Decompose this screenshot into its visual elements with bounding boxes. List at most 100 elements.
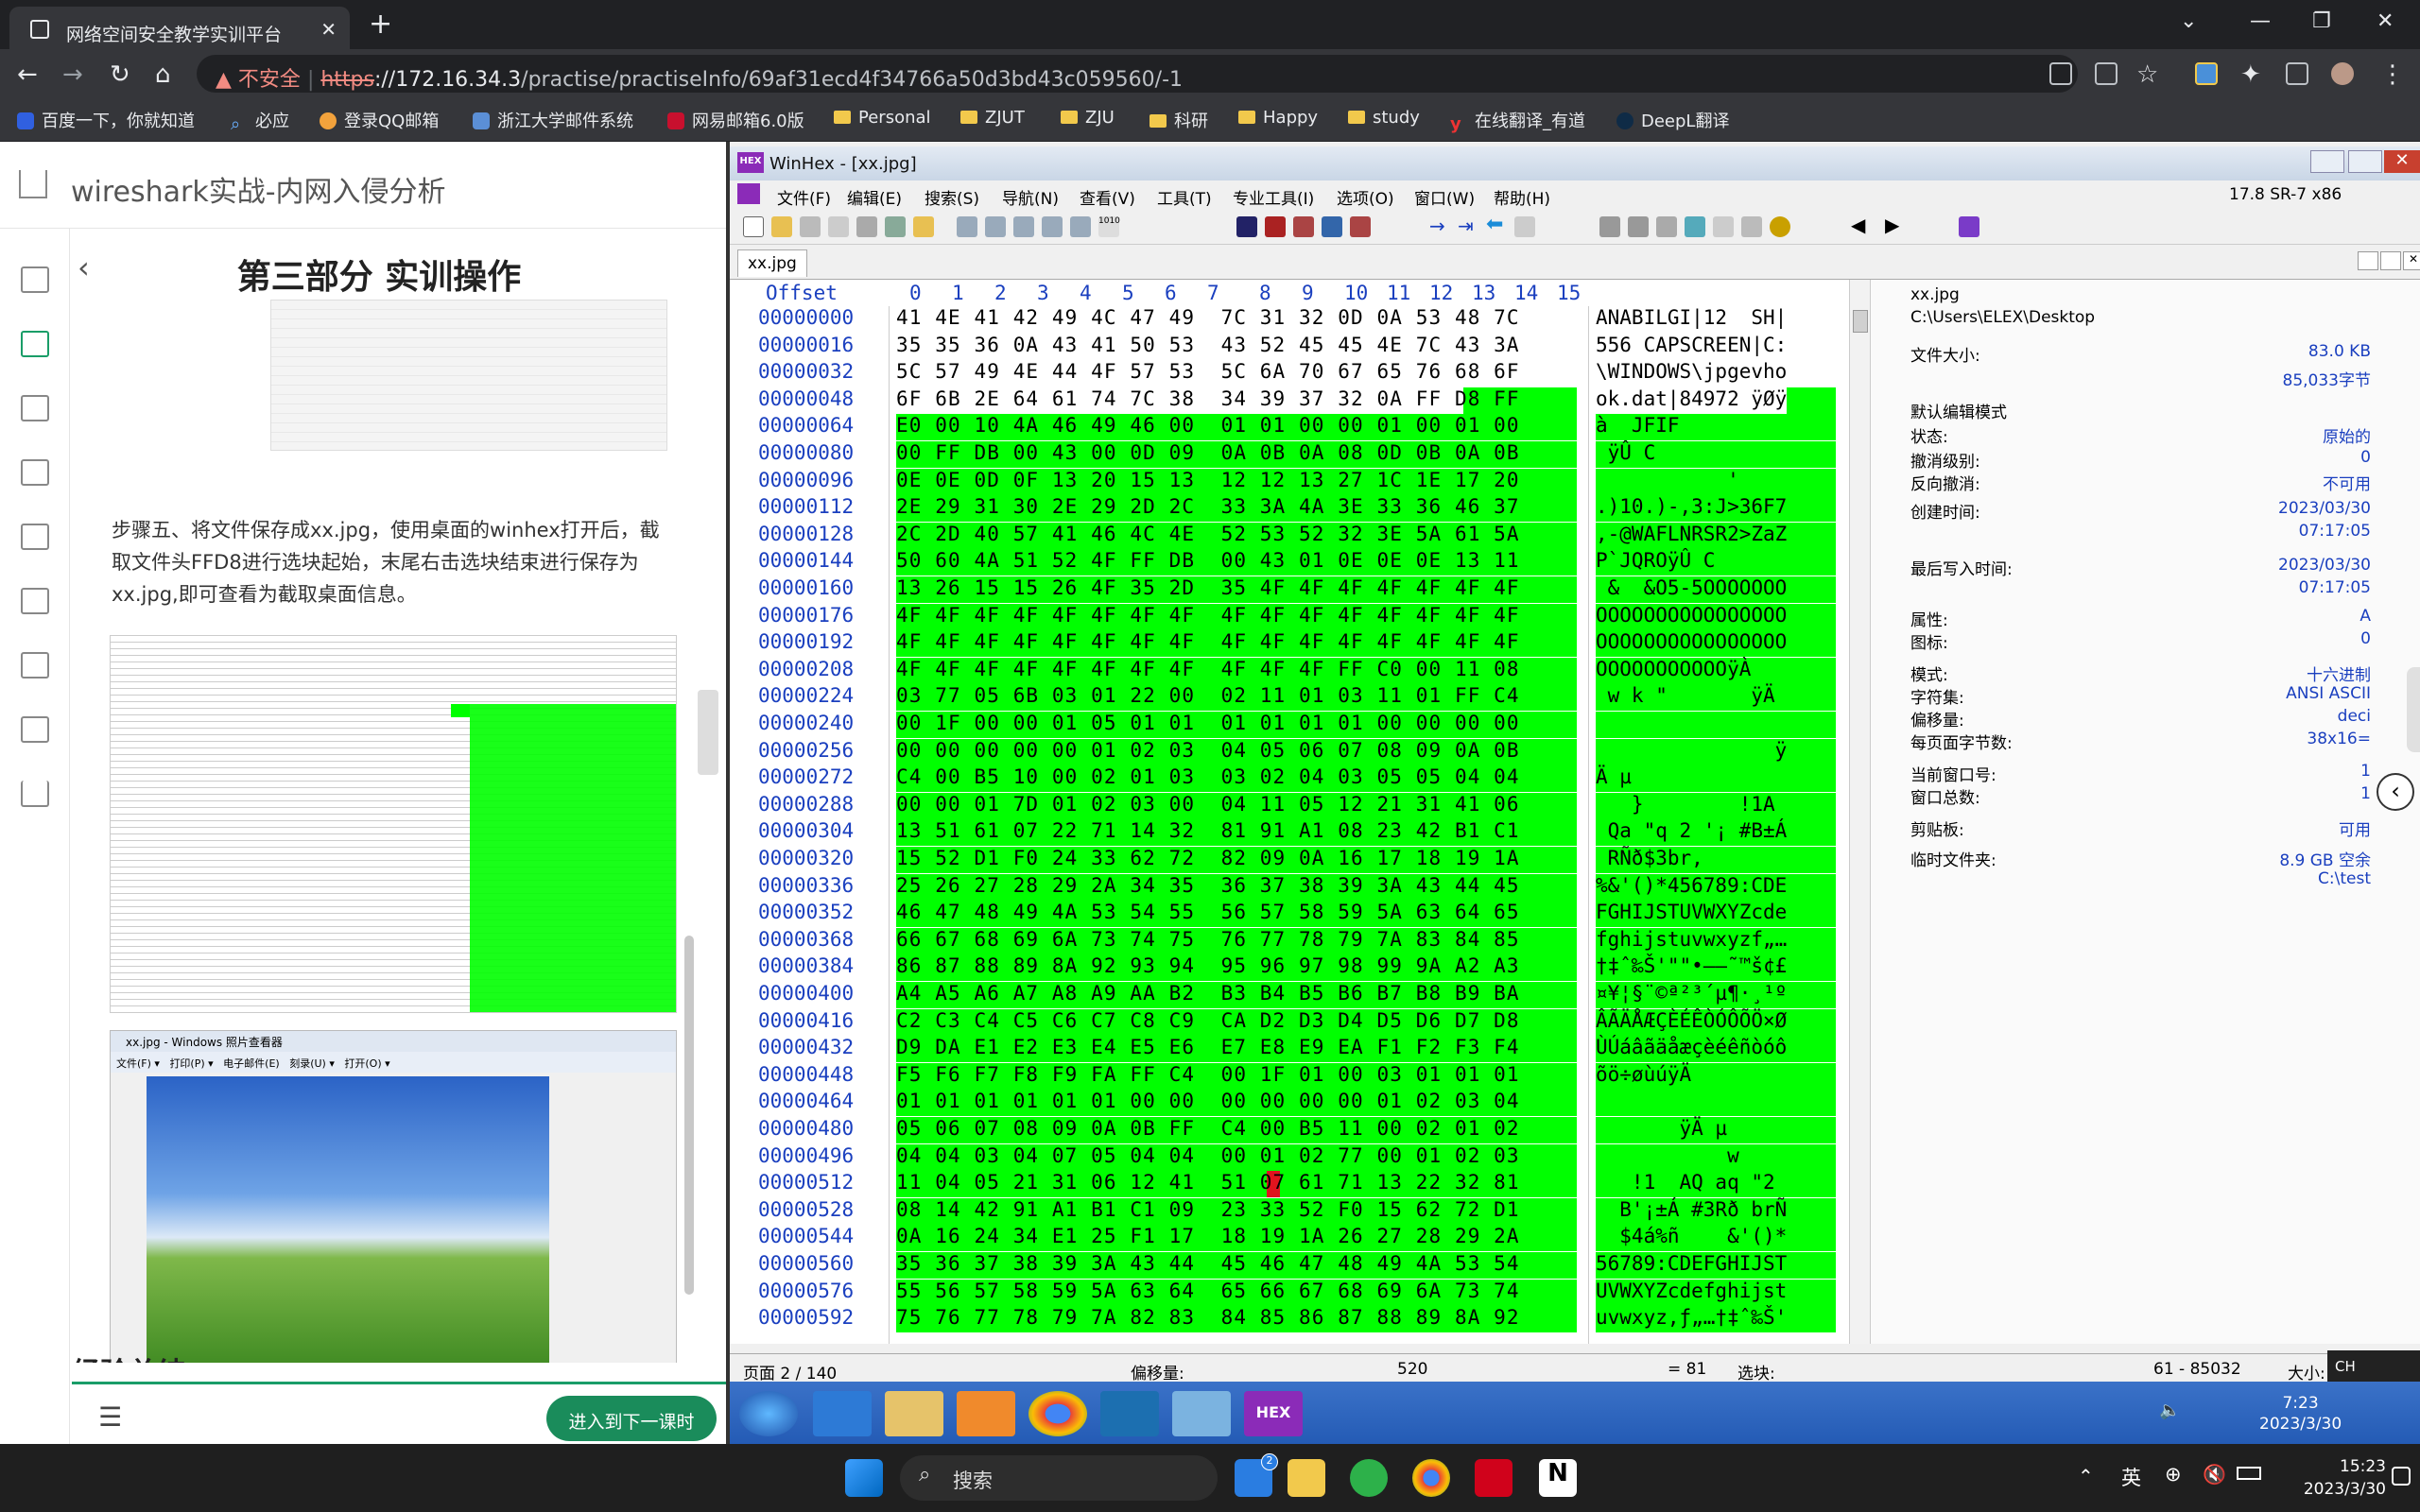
hex-row[interactable]: 00000592 75 76 77 78 79 7A 82 83 84 85 86… <box>730 1306 1849 1333</box>
ime-indicator[interactable]: 英 <box>2121 1463 2141 1491</box>
volume-icon[interactable]: 🔈 <box>2159 1400 2180 1420</box>
menu-window[interactable]: 窗口(W) <box>1414 185 1475 209</box>
collapse-circle-icon[interactable]: ‹ <box>2377 773 2414 811</box>
find-hex-icon[interactable] <box>1265 216 1286 237</box>
reload-icon[interactable]: ↻ <box>110 60 130 89</box>
share-icon[interactable] <box>2095 62 2118 85</box>
bookmark-deepl[interactable]: DeepL翻译 <box>1616 108 1729 132</box>
menu-pro-tools[interactable]: 专业工具(I) <box>1233 185 1314 209</box>
hex-row[interactable]: 00000496 04 04 03 04 07 05 04 04 00 01 02… <box>730 1143 1849 1172</box>
bookmark-folder-personal[interactable]: Personal <box>834 108 931 128</box>
hex-scrollbar[interactable] <box>1849 280 1870 1344</box>
new-file-icon[interactable] <box>743 216 764 237</box>
outline-icon[interactable] <box>21 266 49 293</box>
hex-row[interactable]: 00000464 01 01 01 01 01 01 00 00 00 00 00… <box>730 1090 1849 1117</box>
write-icon[interactable] <box>1042 216 1063 237</box>
download-icon[interactable] <box>21 781 49 807</box>
hex-row[interactable]: 00000320 15 52 D1 F0 24 33 62 72 82 09 0A… <box>730 847 1849 874</box>
prev-icon[interactable] <box>21 588 49 614</box>
bookmark-folder-happy[interactable]: Happy <box>1238 108 1318 128</box>
hex-row[interactable]: 00000448 F5 F6 F7 F8 F9 FA FF C4 00 1F 01… <box>730 1062 1849 1091</box>
hex-row[interactable]: 00000480 05 06 07 08 09 0A 0B FF C4 00 B5… <box>730 1117 1849 1144</box>
notion-icon[interactable]: N <box>1539 1459 1577 1497</box>
avatar[interactable] <box>2331 62 2354 85</box>
menu-help[interactable]: 帮助(H) <box>1494 185 1550 209</box>
hex-row[interactable]: 00000240 00 1F 00 00 01 05 01 01 01 01 01… <box>730 712 1849 739</box>
notification-icon[interactable] <box>2392 1467 2411 1486</box>
menu-icon[interactable]: ⋮ <box>2380 60 2405 89</box>
maximize-button[interactable]: ❐ <box>2312 9 2331 33</box>
hex-row[interactable]: 00000208 4F 4F 4F 4F 4F 4F 4F 4F 4F 4F 4F… <box>730 657 1849 685</box>
hash-icon[interactable] <box>1685 216 1705 237</box>
hex-row[interactable]: 00000512 11 04 05 21 31 06 12 41 51 07 61… <box>730 1171 1849 1198</box>
bookmark-folder-zjut[interactable]: ZJUT <box>960 108 1025 128</box>
hex-row[interactable]: 00000176 4F 4F 4F 4F 4F 4F 4F 4F 4F 4F 4F… <box>730 603 1849 631</box>
ie-icon[interactable] <box>813 1391 872 1436</box>
hex-row[interactable]: 00000096 0E 0E 0D 0F 13 20 15 13 12 12 13… <box>730 468 1849 496</box>
bookmark-star-icon[interactable]: ☆ <box>2136 60 2158 89</box>
find-again-icon[interactable] <box>1350 216 1371 237</box>
bookmark-zjumail[interactable]: 浙江大学邮件系统 <box>473 108 633 132</box>
edit-icon[interactable] <box>21 395 49 421</box>
course-home-icon[interactable] <box>19 170 47 198</box>
acrobat-icon[interactable] <box>1475 1459 1512 1497</box>
hex-row[interactable]: 00000000 41 4E 41 42 49 4C 47 49 7C 31 32… <box>730 306 1849 334</box>
wireshark-icon[interactable] <box>1100 1391 1159 1436</box>
open-file-icon[interactable] <box>771 216 792 237</box>
scroll-thumb[interactable] <box>1853 310 1868 333</box>
cast-icon[interactable] <box>2049 62 2072 85</box>
start-icon[interactable] <box>845 1459 883 1497</box>
hex-row[interactable]: 00000048 6F 6B 2E 64 61 74 7C 38 34 39 37… <box>730 387 1849 415</box>
hex-row[interactable]: 00000560 35 36 37 38 39 3A 43 44 45 46 47… <box>730 1252 1849 1280</box>
hex-row[interactable]: 00000384 86 87 88 89 8A 92 93 94 95 96 97… <box>730 954 1849 982</box>
menu-navigate[interactable]: 导航(N) <box>1002 185 1059 209</box>
hex-row[interactable]: 00000416 C2 C3 C4 C5 C6 C7 C8 C9 CA D2 D3… <box>730 1008 1849 1037</box>
sidepanel-icon[interactable] <box>2286 62 2308 85</box>
close-window-button[interactable]: ✕ <box>2377 9 2394 33</box>
goto-offset-icon[interactable]: → <box>1429 215 1450 237</box>
hex-row[interactable]: 00000256 00 00 00 00 00 01 02 03 04 05 06… <box>730 738 1849 766</box>
properties-icon[interactable] <box>885 216 906 237</box>
next-window-icon[interactable]: ▶ <box>1885 214 1906 236</box>
photo-viewer-icon[interactable] <box>1172 1391 1231 1436</box>
bookmark-folder-study[interactable]: study <box>1348 108 1420 128</box>
bookmark-qqmail[interactable]: 登录QQ邮箱 <box>320 108 439 132</box>
wechat-icon[interactable] <box>1350 1459 1388 1497</box>
hex-row[interactable]: 00000144 50 60 4A 51 52 4F FF DB 00 43 01… <box>730 549 1849 576</box>
save-as-icon[interactable] <box>828 216 849 237</box>
home-icon[interactable]: ⌂ <box>155 60 171 89</box>
hex-row[interactable]: 00000304 13 51 61 07 22 71 14 32 81 91 A1… <box>730 819 1849 847</box>
menu-edit[interactable]: 编辑(E) <box>847 185 902 209</box>
document-icon[interactable] <box>21 331 49 357</box>
hex-row[interactable]: 00000352 46 47 48 49 4A 53 54 55 56 57 58… <box>730 901 1849 928</box>
catalog-icon[interactable]: ☰ <box>98 1401 122 1433</box>
menu-view[interactable]: 查看(V) <box>1080 185 1135 209</box>
chrome-taskbar-icon[interactable] <box>1412 1459 1450 1497</box>
hex-row[interactable]: 00000112 2E 29 31 30 2E 29 2D 2C 33 3A 4A… <box>730 495 1849 523</box>
comment-icon[interactable] <box>21 459 49 486</box>
hex-row[interactable]: 00000432 D9 DA E1 E2 E3 E4 E5 E6 E7 E8 E9… <box>730 1036 1849 1063</box>
table-icon[interactable] <box>1741 216 1762 237</box>
taskbar-clock[interactable]: 15:23 2023/3/30 <box>2304 1455 2386 1501</box>
print-icon[interactable] <box>856 216 877 237</box>
bookmark-youdao[interactable]: y 在线翻译_有道 <box>1450 108 1585 134</box>
hex-row[interactable]: 00000160 13 26 15 15 26 4F 35 2D 35 4F 4F… <box>730 576 1849 604</box>
browser-tab[interactable]: 网络空间安全教学实训平台 ✕ <box>9 7 350 49</box>
new-tab-button[interactable]: + <box>369 8 392 41</box>
tab-restore-button[interactable] <box>2380 251 2401 270</box>
help-icon[interactable] <box>1959 216 1979 237</box>
collapse-handle[interactable] <box>698 690 718 775</box>
back-nav-icon[interactable]: ⬅ <box>1486 213 1507 236</box>
open-disk-icon[interactable] <box>913 216 934 237</box>
hex-row[interactable]: 00000544 0A 16 24 34 E1 25 F1 17 18 19 1A… <box>730 1225 1849 1252</box>
prev-window-icon[interactable]: ◀ <box>1851 214 1872 236</box>
taskbar-search[interactable]: ⌕ 搜索 <box>900 1455 1218 1501</box>
tab-min-button[interactable] <box>2358 251 2378 270</box>
list-icon[interactable] <box>21 716 49 743</box>
wh-maximize-button[interactable] <box>2348 150 2382 173</box>
hex-row[interactable]: 00000080 00 FF DB 00 43 00 0D 09 0A 0B 0A… <box>730 441 1849 469</box>
content-scrollbar[interactable] <box>684 936 694 1295</box>
bookmark-163mail[interactable]: 网易邮箱6.0版 <box>667 108 804 132</box>
tab-search-icon[interactable]: ⌄ <box>2180 9 2197 33</box>
cut-icon[interactable] <box>957 216 977 237</box>
